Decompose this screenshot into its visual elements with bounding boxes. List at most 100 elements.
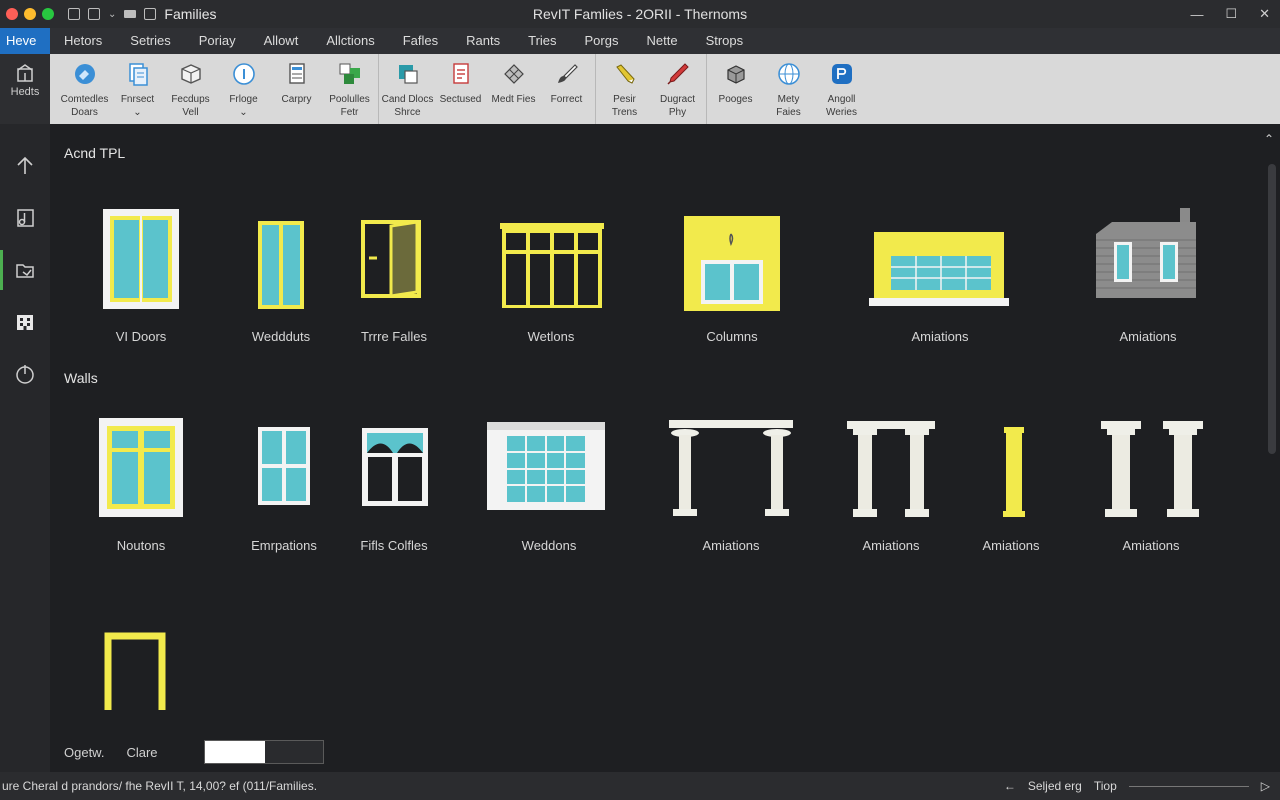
ribbon-label: Pesir Trens xyxy=(611,94,638,118)
narrow-door-icon[interactable] xyxy=(257,220,305,310)
status-slider[interactable] xyxy=(1128,785,1249,787)
yellow-column-icon[interactable] xyxy=(1002,427,1026,517)
maximize-button[interactable]: ☐ xyxy=(1225,6,1237,22)
rail-item-building[interactable] xyxy=(0,296,50,348)
family-label[interactable]: Amiations xyxy=(1122,538,1179,553)
family-label[interactable]: Columns xyxy=(706,329,757,344)
colonnade-icon[interactable] xyxy=(667,419,795,517)
ribbon-btn-frloge[interactable]: Frloge ⌄ xyxy=(217,54,270,124)
family-label[interactable]: VI Doors xyxy=(116,329,167,344)
input-fill xyxy=(204,741,265,763)
back-arrow-icon[interactable]: ← xyxy=(1004,779,1016,793)
tab-rants[interactable]: Rants xyxy=(452,28,514,54)
bottom-controls: Ogetw. Clare xyxy=(64,740,324,764)
ribbon-btn-medt-fies[interactable]: Medt Fies xyxy=(487,54,540,124)
twin-columns-icon[interactable] xyxy=(1101,421,1203,517)
tab-porgs[interactable]: Porgs xyxy=(571,28,633,54)
tab-fafles[interactable]: Fafles xyxy=(389,28,452,54)
collapse-chevron-icon[interactable]: ⌃ xyxy=(1264,132,1274,146)
family-label[interactable]: Noutons xyxy=(117,538,165,553)
bottom-input-field[interactable] xyxy=(203,740,324,764)
yellow-frame-icon[interactable] xyxy=(104,632,166,710)
tab-strops[interactable]: Strops xyxy=(692,28,758,54)
status-right-label-1[interactable]: Seljed erg xyxy=(1028,779,1082,793)
ribbon-label: Carpry xyxy=(281,94,312,105)
family-label[interactable]: Trrre Falles xyxy=(361,329,427,344)
close-dot-icon[interactable] xyxy=(6,8,18,20)
ribbon-btn-dugract[interactable]: Dugract Phy xyxy=(651,54,704,124)
ribbon-btn-pesir[interactable]: Pesir Trens xyxy=(598,54,651,124)
globe-wrench-icon xyxy=(74,64,95,84)
maximize-dot-icon[interactable] xyxy=(42,8,54,20)
ribbon-btn-poolulles[interactable]: Poolulles Fetr xyxy=(323,54,376,124)
teal-window-icon[interactable] xyxy=(258,427,310,505)
ribbon-panel: Comtedles Doars Fnrsect ⌄ Fecdups Vell F… xyxy=(50,54,1280,124)
family-label[interactable]: Emrpations xyxy=(251,538,317,553)
family-label[interactable]: Amiations xyxy=(1119,329,1176,344)
rail-home-label: Hedts xyxy=(10,86,40,98)
family-label[interactable]: Weddons xyxy=(522,538,577,553)
ribbon-btn-forrect[interactable]: Forrect xyxy=(540,54,593,124)
tab-nette[interactable]: Nette xyxy=(632,28,691,54)
power-icon xyxy=(16,365,34,384)
tab-hetors[interactable]: Hetors xyxy=(50,28,116,54)
family-label[interactable]: Wetlons xyxy=(528,329,575,344)
banded-window-icon[interactable] xyxy=(869,232,1009,306)
family-label[interactable]: Weddduts xyxy=(252,329,310,344)
folder-icon[interactable] xyxy=(124,10,137,18)
storefront-window-icon[interactable] xyxy=(500,222,604,308)
brick-house-icon[interactable] xyxy=(1092,206,1202,298)
vertical-scrollbar[interactable] xyxy=(1268,164,1276,454)
ribbon-btn-comtedles[interactable]: Comtedles Doars xyxy=(58,54,111,124)
family-label[interactable]: Amiations xyxy=(702,538,759,553)
tab-tries[interactable]: Tries xyxy=(514,28,570,54)
blue-badge-icon xyxy=(831,64,852,84)
ribbon-btn-fnrsect[interactable]: Fnrsect ⌄ xyxy=(111,54,164,124)
save-icon[interactable] xyxy=(88,8,100,20)
family-label[interactable]: Amiations xyxy=(862,538,919,553)
four-pane-window-icon[interactable] xyxy=(99,418,183,517)
tab-setries[interactable]: Setries xyxy=(116,28,184,54)
ribbon-btn-fecdups[interactable]: Fecdups Vell xyxy=(164,54,217,124)
globe-icon xyxy=(777,63,800,85)
status-right-label-2[interactable]: Tiop xyxy=(1094,779,1117,793)
rail-item-up[interactable] xyxy=(0,140,50,192)
ribbon-btn-angoll[interactable]: Angoll Weries xyxy=(815,54,868,124)
family-label[interactable]: Amiations xyxy=(982,538,1039,553)
ribbon-group-4: Pooges Mety Faies Angoll Weries xyxy=(709,54,870,124)
family-label[interactable]: Amiations xyxy=(911,329,968,344)
play-icon[interactable]: ▷ xyxy=(1261,779,1270,793)
ribbon-btn-cand-dlocs[interactable]: Cand Dlocs Shrce xyxy=(381,54,434,124)
tab-home[interactable]: Heve xyxy=(0,28,50,54)
wide-window-icon[interactable] xyxy=(487,422,605,510)
minimize-button[interactable]: — xyxy=(1190,7,1203,22)
rail-item-folder[interactable] xyxy=(0,244,50,296)
bottom-label-2: Clare xyxy=(126,744,158,760)
rail-item-power[interactable] xyxy=(0,348,50,400)
tab-allowt[interactable]: Allowt xyxy=(250,28,313,54)
ribbon-label: Poolulles Fetr xyxy=(329,94,370,118)
rail-item-music[interactable] xyxy=(0,192,50,244)
red-pen-icon xyxy=(666,63,689,85)
window-traffic-lights xyxy=(6,8,54,20)
portal-columns-icon[interactable] xyxy=(847,421,935,517)
file-icon[interactable] xyxy=(68,8,80,20)
rail-home[interactable]: Hedts xyxy=(0,54,50,124)
ribbon-btn-pooges[interactable]: Pooges xyxy=(709,54,762,124)
tab-allctions[interactable]: Allctions xyxy=(312,28,388,54)
yellow-wall-window-icon[interactable] xyxy=(683,216,781,311)
ribbon-label: Medt Fies xyxy=(491,94,536,105)
document-stack-icon xyxy=(128,63,148,86)
minimize-dot-icon[interactable] xyxy=(24,8,36,20)
tab-poriay[interactable]: Poriay xyxy=(185,28,250,54)
close-button[interactable]: ✕ xyxy=(1259,6,1270,22)
ribbon-btn-mety[interactable]: Mety Faies xyxy=(762,54,815,124)
double-door-icon[interactable] xyxy=(102,208,180,310)
chevron-down-icon[interactable]: ⌄ xyxy=(108,9,116,20)
ribbon-btn-carpry[interactable]: Carpry xyxy=(270,54,323,124)
family-label[interactable]: Fifls Colfles xyxy=(360,538,427,553)
ribbon-btn-sectused[interactable]: Sectused xyxy=(434,54,487,124)
arched-window-icon[interactable] xyxy=(362,428,428,506)
open-door-icon[interactable] xyxy=(361,220,423,300)
view-icon[interactable] xyxy=(144,8,157,20)
